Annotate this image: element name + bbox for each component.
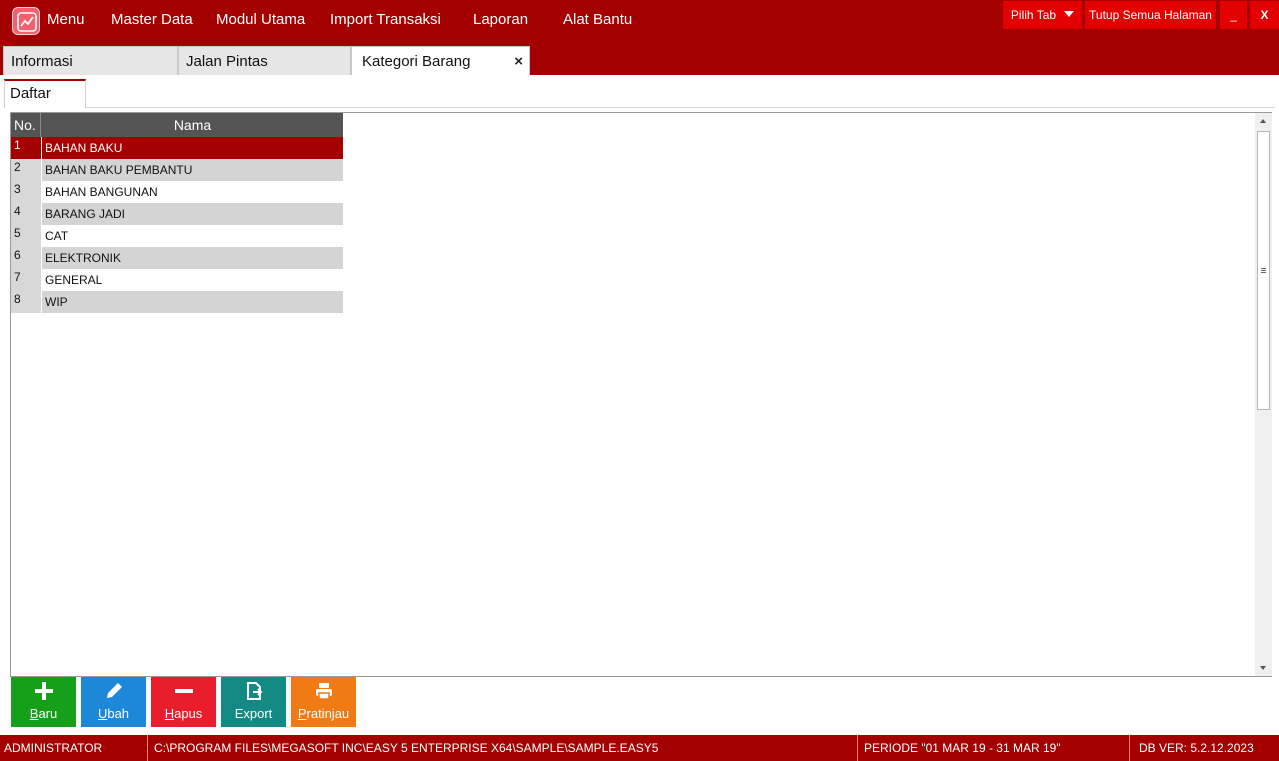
baru-button[interactable]: Baru xyxy=(11,677,76,727)
cell-nama: GENERAL xyxy=(45,273,103,287)
table-row[interactable]: 4 BARANG JADI xyxy=(11,203,343,225)
tab-label: Informasi xyxy=(11,53,73,70)
export-icon xyxy=(221,681,286,701)
hapus-button[interactable]: Hapus xyxy=(151,677,216,727)
table-row[interactable]: 6 ELEKTRONIK xyxy=(11,247,343,269)
pilih-tab-dropdown[interactable]: Pilih Tab xyxy=(1003,1,1082,29)
menu-item-menu[interactable]: Menu xyxy=(47,11,85,28)
pilih-tab-label: Pilih Tab xyxy=(1010,8,1057,22)
vertical-scrollbar[interactable] xyxy=(1255,113,1272,676)
app-logo-icon[interactable] xyxy=(12,7,40,35)
cell-nama: WIP xyxy=(42,291,343,313)
printer-icon xyxy=(291,681,356,701)
status-file-path: C:\PROGRAM FILES\MEGASOFT INC\EASY 5 ENT… xyxy=(150,735,858,761)
table-row[interactable]: 2 BAHAN BAKU PEMBANTU xyxy=(11,159,343,181)
tab-informasi[interactable]: Informasi xyxy=(3,46,178,75)
ubah-label: Ubah xyxy=(97,706,130,721)
menu-item-import-transaksi[interactable]: Import Transaksi xyxy=(330,11,441,28)
cell-no: 3 xyxy=(11,181,42,203)
subtab-daftar[interactable]: Daftar xyxy=(4,79,86,108)
status-bar: ADMINISTRATOR C:\PROGRAM FILES\MEGASOFT … xyxy=(0,735,1279,761)
cell-nama: ELEKTRONIK xyxy=(42,247,343,269)
cell-no: 4 xyxy=(11,203,42,225)
cell-nama: BAHAN BANGUNAN xyxy=(45,185,158,199)
close-icon: X xyxy=(1260,8,1269,22)
column-header-no[interactable]: No. xyxy=(11,113,41,137)
pratinjau-label: Pratinjau xyxy=(297,706,350,721)
table-row[interactable]: 5 CAT xyxy=(11,225,343,247)
close-all-pages-button[interactable]: Tutup Semua Halaman xyxy=(1085,1,1216,29)
grid-body: 1 BAHAN BAKU 2 BAHAN BAKU PEMBANTU 3 BAH… xyxy=(11,137,343,313)
table-row[interactable]: 8 WIP xyxy=(11,291,343,313)
tab-kategori-barang[interactable]: Kategori Barang × xyxy=(351,46,530,75)
document-tab-bar: Informasi Jalan Pintas Kategori Barang × xyxy=(0,44,1279,75)
cell-no: 8 xyxy=(11,291,42,313)
grip-icon xyxy=(1261,268,1266,273)
cell-nama: BARANG JADI xyxy=(42,203,343,225)
ubah-button[interactable]: Ubah xyxy=(81,677,146,727)
status-periode: PERIODE "01 MAR 19 - 31 MAR 19" xyxy=(860,735,1130,761)
menu-item-modul-utama[interactable]: Modul Utama xyxy=(216,11,305,28)
top-menu-bar: Menu Master Data Modul Utama Import Tran… xyxy=(0,0,1279,44)
pencil-icon xyxy=(81,681,146,701)
tab-label: Jalan Pintas xyxy=(186,53,268,70)
table-row[interactable]: 3 BAHAN BANGUNAN xyxy=(11,181,343,203)
cell-nama: BAHAN BAKU PEMBANTU xyxy=(42,159,343,181)
close-app-button[interactable]: X xyxy=(1250,1,1279,29)
status-db-version: DB VER: 5.2.12.2023 xyxy=(1139,741,1254,755)
menu-item-laporan[interactable]: Laporan xyxy=(473,11,528,28)
category-grid[interactable]: No. Nama 1 BAHAN BAKU 2 BAHAN BAKU PEMBA… xyxy=(10,112,1272,677)
chevron-down-icon xyxy=(1064,10,1075,17)
cell-nama: CAT xyxy=(45,229,69,243)
cell-no: 2 xyxy=(11,159,42,181)
column-header-nama[interactable]: Nama xyxy=(42,113,343,137)
cell-no: 6 xyxy=(11,247,42,269)
minimize-button[interactable]: _ xyxy=(1220,1,1247,29)
tab-jalan-pintas[interactable]: Jalan Pintas xyxy=(178,46,351,75)
table-row[interactable]: 1 BAHAN BAKU xyxy=(11,137,343,159)
cell-no: 7 xyxy=(11,269,42,291)
hapus-label: Hapus xyxy=(164,706,203,721)
cell-no: 1 xyxy=(11,137,42,159)
export-label: Export xyxy=(234,706,273,721)
pratinjau-button[interactable]: Pratinjau xyxy=(291,677,356,727)
menu-item-master-data[interactable]: Master Data xyxy=(111,11,193,28)
export-button[interactable]: Export xyxy=(221,677,286,727)
plus-icon xyxy=(11,681,76,701)
cell-no: 5 xyxy=(11,225,42,247)
tab-label: Kategori Barang xyxy=(362,53,471,70)
subtab-divider xyxy=(4,107,1275,108)
baru-label: Baru xyxy=(29,706,58,721)
scroll-up-icon[interactable] xyxy=(1255,113,1272,130)
grid-header: No. Nama xyxy=(11,113,343,137)
table-row[interactable]: 7 GENERAL xyxy=(11,269,343,291)
minus-icon xyxy=(151,681,216,701)
minimize-icon: _ xyxy=(1230,8,1237,22)
menu-item-alat-bantu[interactable]: Alat Bantu xyxy=(563,11,632,28)
close-all-pages-label: Tutup Semua Halaman xyxy=(1089,8,1212,22)
cell-nama: BAHAN BAKU xyxy=(42,137,343,159)
status-user: ADMINISTRATOR xyxy=(0,735,148,761)
close-tab-icon[interactable]: × xyxy=(514,47,523,77)
scroll-down-icon[interactable] xyxy=(1255,659,1272,676)
subtab-label: Daftar xyxy=(10,85,51,102)
scroll-thumb[interactable] xyxy=(1257,131,1270,410)
